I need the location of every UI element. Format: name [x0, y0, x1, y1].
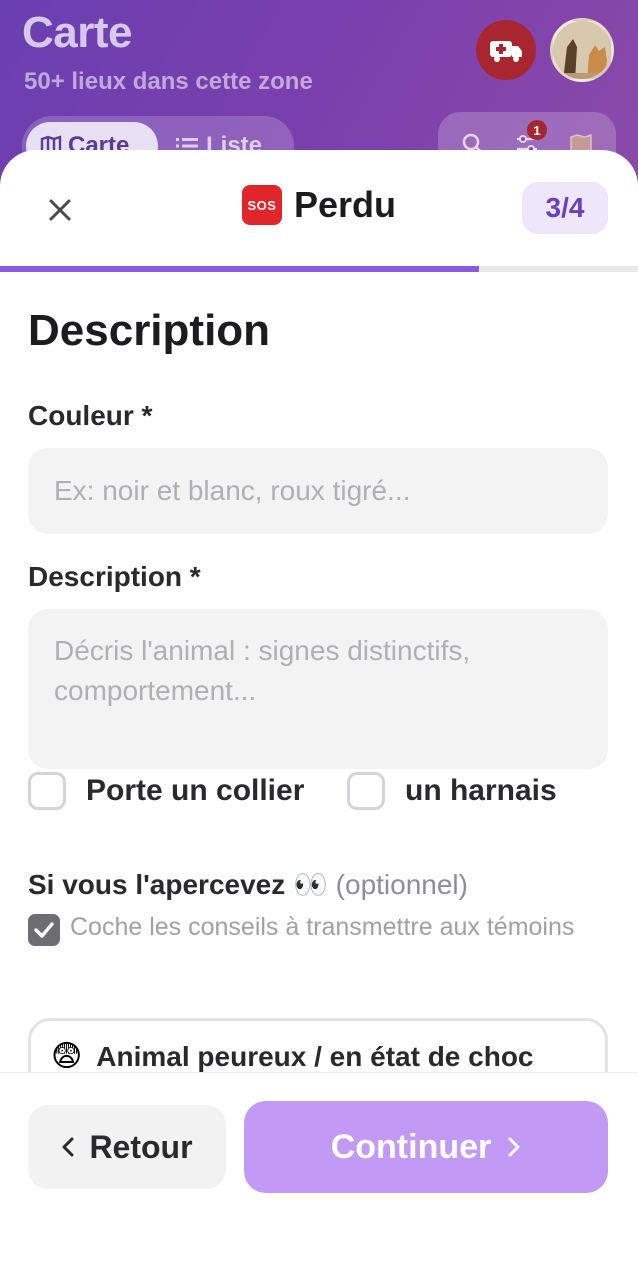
collar-label: Porte un collier — [86, 774, 305, 807]
description-textarea[interactable]: Décris l'animal : signes distinctifs, co… — [28, 609, 608, 769]
optional-label: (optionnel) — [335, 869, 468, 900]
sighting-section-title: Si vous l'apercevez 👀 (optionnel) — [28, 868, 468, 901]
description-placeholder: Décris l'animal : signes distinctifs, co… — [54, 635, 471, 706]
chevron-left-icon — [62, 1137, 74, 1157]
avatar[interactable] — [550, 18, 614, 82]
sos-icon: SOS — [241, 185, 282, 225]
sheet-header: SOS Perdu 3/4 — [0, 150, 638, 268]
checked-checkbox-icon — [28, 914, 60, 946]
step-indicator: 3/4 — [522, 182, 608, 234]
color-input-placeholder: Ex: noir et blanc, roux tigré... — [54, 475, 411, 506]
continue-button-label: Continuer — [330, 1127, 492, 1166]
form-content: Description Couleur * Ex: noir et blanc,… — [0, 272, 638, 1118]
color-input[interactable]: Ex: noir et blanc, roux tigré... — [28, 448, 608, 534]
sighting-hint: Coche les conseils à transmettre aux tém… — [28, 912, 588, 946]
harness-checkbox-row[interactable]: un harnais — [347, 772, 557, 810]
page-subtitle: 50+ lieux dans cette zone — [24, 68, 313, 95]
filter-count-badge: 1 — [527, 120, 547, 140]
harness-label: un harnais — [405, 774, 557, 807]
fearful-face-icon: 😨 — [51, 1040, 83, 1073]
sheet-footer: Retour Continuer — [0, 1072, 638, 1266]
page-title: Carte — [22, 8, 133, 57]
pets-photo-icon — [553, 21, 611, 79]
report-lost-sheet: SOS Perdu 3/4 Description Couleur * Ex: … — [0, 150, 638, 1266]
sheet-title-text: Perdu — [293, 184, 397, 225]
description-label: Description * — [28, 561, 201, 592]
emergency-vehicle-button[interactable] — [476, 20, 536, 80]
back-button[interactable]: Retour — [28, 1105, 226, 1189]
continue-button[interactable]: Continuer — [244, 1101, 608, 1193]
back-button-label: Retour — [89, 1128, 193, 1165]
collar-checkbox[interactable] — [28, 772, 66, 810]
sighting-hint-text: Coche les conseils à transmettre aux tém… — [70, 913, 575, 941]
sighting-title-text: Si vous l'apercevez 👀 — [28, 869, 328, 900]
section-title: Description — [28, 306, 271, 355]
chevron-right-icon — [508, 1137, 520, 1157]
harness-checkbox[interactable] — [347, 772, 385, 810]
collar-checkbox-row[interactable]: Porte un collier — [28, 772, 304, 810]
advice-option-label: Animal peureux / en état de choc — [96, 1041, 534, 1072]
color-label: Couleur * — [28, 400, 153, 431]
ambulance-icon — [490, 41, 522, 62]
